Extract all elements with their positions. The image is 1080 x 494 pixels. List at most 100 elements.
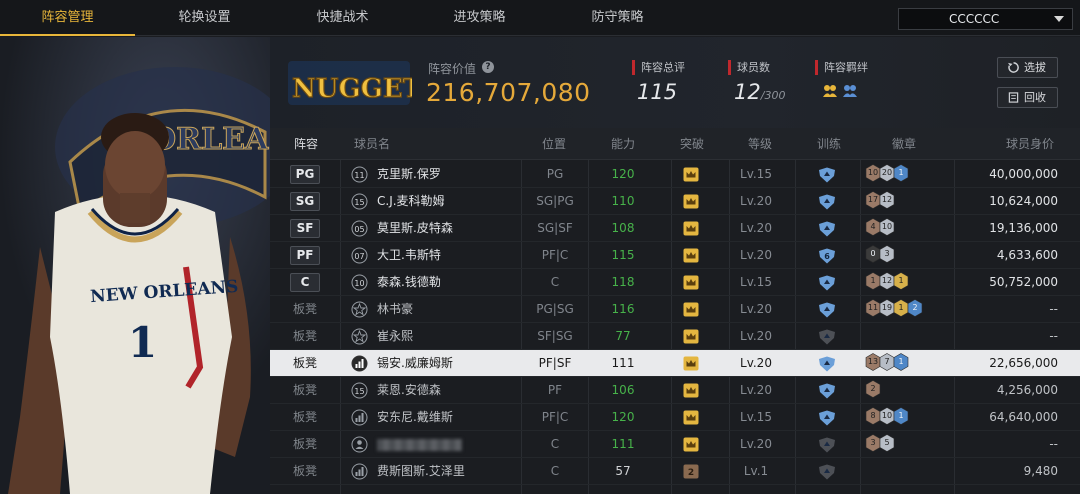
recycle-button-label: 回收 xyxy=(1024,91,1046,104)
badge-icon[interactable]: 1 xyxy=(893,272,909,290)
table-row[interactable]: 板凳 安东尼.戴维斯 PF|C 120 Lv.15 8 10 1 64,640,000 xyxy=(270,404,1080,431)
position-slot[interactable]: SF xyxy=(290,219,320,238)
column-header[interactable]: 阵容 xyxy=(294,128,318,160)
shield-icon[interactable] xyxy=(818,410,836,426)
bench-slot[interactable]: 板凳 xyxy=(293,350,317,377)
bond-icon[interactable] xyxy=(822,83,838,99)
table-row[interactable]: PG 11 克里斯.保罗 PG 120 Lv.15 10 20 1 40,000,000 xyxy=(270,161,1080,188)
bond-icon[interactable] xyxy=(842,83,858,99)
crown-icon[interactable] xyxy=(683,410,699,425)
badge-icon[interactable]: 2 xyxy=(907,299,923,317)
crown-icon[interactable] xyxy=(683,437,699,452)
badge-icon[interactable]: 1 xyxy=(893,353,909,371)
tab-offense-strategy[interactable]: 进攻策略 xyxy=(412,0,547,36)
position-slot[interactable]: PF xyxy=(290,246,320,265)
position-slot[interactable]: SG xyxy=(290,192,320,211)
player-name[interactable]: 崔永熙 xyxy=(377,323,413,350)
recycle-button[interactable]: 回收 xyxy=(997,87,1058,108)
badge-icon[interactable]: 2 xyxy=(865,380,881,398)
tab-roster-management[interactable]: 阵容管理 xyxy=(0,0,135,36)
position-slot[interactable]: C xyxy=(290,273,320,292)
player-count-max: /300 xyxy=(760,89,786,102)
crown-icon[interactable] xyxy=(683,194,699,209)
table-row[interactable]: SF 05 莫里斯.皮特森 SG|SF 108 Lv.20 4 10 19,136,000 xyxy=(270,215,1080,242)
tab-defense-strategy[interactable]: 防守策略 xyxy=(550,0,685,36)
crown-icon[interactable] xyxy=(683,383,699,398)
shield-icon[interactable] xyxy=(818,383,836,399)
bench-slot[interactable]: 板凳 xyxy=(293,377,317,404)
help-icon[interactable]: ? xyxy=(482,61,494,73)
player-name[interactable]: 莱恩.安德森 xyxy=(377,377,441,404)
player-name[interactable]: 克里斯.保罗 xyxy=(377,161,441,188)
shield-icon[interactable] xyxy=(818,437,836,453)
column-header[interactable]: 球员身价 xyxy=(1006,128,1054,160)
badge-icon[interactable]: 10 xyxy=(879,218,895,236)
column-header[interactable]: 突破 xyxy=(680,128,704,160)
shield-icon[interactable]: 6 xyxy=(818,248,836,264)
player-name[interactable]: 费斯图斯.艾泽里 xyxy=(377,458,465,485)
player-rating: 77 xyxy=(615,329,631,343)
table-row[interactable]: C 10 泰森.钱德勒 C 118 Lv.15 1 12 1 50,752,000 xyxy=(270,269,1080,296)
player-level: Lv.20 xyxy=(740,356,772,370)
bench-slot[interactable]: 板凳 xyxy=(293,431,317,458)
column-header[interactable]: 能力 xyxy=(611,128,635,160)
player-name[interactable]: 大卫.韦斯特 xyxy=(377,242,441,269)
crown-icon[interactable] xyxy=(683,167,699,182)
bench-slot[interactable]: 板凳 xyxy=(293,458,317,485)
badge-icon[interactable]: 12 xyxy=(879,191,895,209)
team-dropdown[interactable]: CCCCCC xyxy=(898,8,1073,30)
position-slot[interactable]: PG xyxy=(290,165,320,184)
badge-icon[interactable]: 5 xyxy=(879,434,895,452)
crown-icon[interactable] xyxy=(683,275,699,290)
player-level: Lv.20 xyxy=(740,302,772,316)
shield-icon[interactable] xyxy=(818,167,836,183)
player-level: Lv.20 xyxy=(740,329,772,343)
breakthrough-icon[interactable]: 2 xyxy=(683,464,699,479)
bench-slot[interactable]: 板凳 xyxy=(293,404,317,431)
tab-rotation-settings[interactable]: 轮换设置 xyxy=(137,0,272,36)
crown-icon[interactable] xyxy=(683,356,699,371)
crown-icon[interactable] xyxy=(683,248,699,263)
table-row[interactable]: 板凳 C 111 Lv.20 3 5 -- xyxy=(270,431,1080,458)
column-header[interactable]: 等级 xyxy=(748,128,772,160)
shield-icon[interactable] xyxy=(818,302,836,318)
shield-icon[interactable] xyxy=(818,221,836,237)
badge-icon[interactable]: 1 xyxy=(893,407,909,425)
shield-icon[interactable] xyxy=(818,329,836,345)
player-name[interactable]: 林书豪 xyxy=(377,296,413,323)
crown-icon[interactable] xyxy=(683,302,699,317)
table-row[interactable]: 板凳 15 莱恩.安德森 PF 106 Lv.20 2 4,256,000 xyxy=(270,377,1080,404)
bench-slot[interactable]: 板凳 xyxy=(293,323,317,350)
table-row[interactable]: 板凳 费斯图斯.艾泽里 C 57 2 Lv.1 9,480 xyxy=(270,458,1080,485)
player-rating: 108 xyxy=(611,221,635,235)
column-header[interactable]: 徽章 xyxy=(892,128,916,160)
shield-icon[interactable] xyxy=(818,356,836,372)
table-row[interactable]: 板凳 锡安.威廉姆斯 PF|SF 111 Lv.20 13 7 1 22,656,000 xyxy=(270,350,1080,377)
table-row[interactable]: SG 15 C.J.麦科勒姆 SG|PG 110 Lv.20 17 12 10,624,000 xyxy=(270,188,1080,215)
shield-icon[interactable] xyxy=(818,275,836,291)
badge-icon[interactable]: 1 xyxy=(893,164,909,182)
table-row[interactable]: 板凳 崔永熙 SF|SG 77 Lv.20 -- xyxy=(270,323,1080,350)
team-summary-panel: NUGGETS 阵容价值 ? 216,707,080 阵容总评 115 球员数 … xyxy=(270,37,1080,128)
badge-list: 17 12 xyxy=(865,191,895,212)
player-name[interactable]: 泰森.钱德勒 xyxy=(377,269,441,296)
shield-icon[interactable] xyxy=(818,464,836,480)
table-row[interactable]: PF 07 大卫.韦斯特 PF|C 115 Lv.20 6 0 3 4,633,600 xyxy=(270,242,1080,269)
player-level: Lv.20 xyxy=(740,248,772,262)
column-header[interactable]: 球员名 xyxy=(354,128,390,160)
crown-icon[interactable] xyxy=(683,329,699,344)
column-header[interactable]: 位置 xyxy=(542,128,566,160)
shield-icon[interactable] xyxy=(818,194,836,210)
tab-quick-tactics[interactable]: 快捷战术 xyxy=(275,0,410,36)
column-header[interactable]: 训练 xyxy=(817,128,841,160)
player-name[interactable]: 莫里斯.皮特森 xyxy=(377,215,453,242)
bench-slot[interactable]: 板凳 xyxy=(293,296,317,323)
player-name[interactable]: 安东尼.戴维斯 xyxy=(377,404,453,431)
crown-icon[interactable] xyxy=(683,221,699,236)
select-button[interactable]: 选拔 xyxy=(997,57,1058,78)
player-name[interactable]: C.J.麦科勒姆 xyxy=(377,188,445,215)
player-level: Lv.15 xyxy=(740,167,772,181)
table-row[interactable]: 板凳 林书豪 PG|SG 116 Lv.20 11 19 1 2 -- xyxy=(270,296,1080,323)
player-name[interactable]: 锡安.威廉姆斯 xyxy=(377,350,453,377)
badge-icon[interactable]: 3 xyxy=(879,245,895,263)
